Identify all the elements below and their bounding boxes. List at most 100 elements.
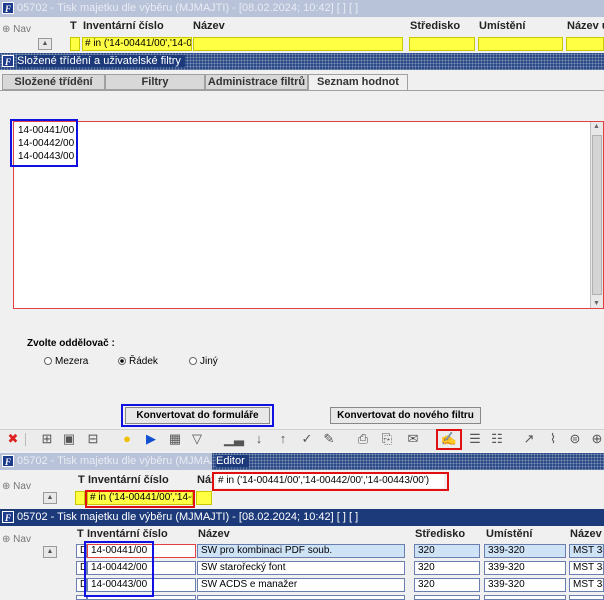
add-icon[interactable]: ⊞	[38, 430, 56, 448]
middle-filter-nazev-cell[interactable]	[196, 491, 212, 505]
filter-inv-cell[interactable]: # in ('14-00441/00','14-00	[82, 37, 192, 51]
print-preview-icon[interactable]: ⎘	[378, 430, 396, 448]
mail-icon[interactable]: ✉	[404, 430, 422, 448]
col-nazev-header[interactable]: Název	[193, 20, 225, 32]
col-stredisko-header[interactable]: Středisko	[410, 20, 460, 32]
check-icon[interactable]: ✓	[298, 430, 316, 448]
globe-icon[interactable]: ⊕	[588, 430, 604, 448]
tab-administrace-filtru[interactable]: Administrace filtrů	[205, 74, 308, 90]
tab-filtry[interactable]: Filtry	[105, 74, 205, 90]
split-icon[interactable]: ⊜	[566, 430, 584, 448]
bottom-col-nazev-header[interactable]: Název	[198, 528, 230, 540]
table-cell-umisteni[interactable]: 339-320	[484, 561, 566, 575]
table-cell-nazev[interactable]	[197, 595, 405, 600]
col-t-header[interactable]: T	[70, 20, 77, 32]
table-cell-nazev-u[interactable]: MST 33	[569, 544, 604, 558]
app-logo-icon: F	[2, 2, 14, 14]
table-cell-nazev-u[interactable]	[569, 595, 604, 600]
calendar-icon[interactable]: ▦	[166, 430, 184, 448]
col-nazev-u-header[interactable]: Název u	[567, 20, 604, 32]
radio-jiny-label: Jiný	[200, 356, 218, 367]
nav-label: Nav	[13, 481, 31, 492]
table-cell-umisteni[interactable]	[484, 595, 566, 600]
middle-col-inv-header[interactable]: Inventární číslo	[88, 474, 169, 486]
inv-column-highlight-box	[84, 541, 154, 597]
col-umisteni-header[interactable]: Umístění	[479, 20, 525, 32]
scrollbar-thumb[interactable]	[592, 135, 602, 295]
tab-seznam-hodnot[interactable]: Seznam hodnot	[308, 74, 408, 91]
app-logo-icon: F	[2, 511, 14, 523]
wrench-icon[interactable]: ✎	[320, 430, 338, 448]
separator-label: Zvolte oddělovač :	[27, 338, 115, 349]
table-cell-umisteni[interactable]: 339-320	[484, 578, 566, 592]
convert-to-filter-button[interactable]: Konvertovat do nového filtru	[330, 407, 481, 424]
bottom-col-t-header[interactable]: T	[77, 528, 84, 540]
save-icon[interactable]: ▣	[60, 430, 78, 448]
middle-nav[interactable]: ⊕ Nav	[2, 481, 31, 492]
table-cell-stredisko[interactable]: 320	[414, 561, 480, 575]
chart-icon[interactable]: ▁▃	[224, 430, 244, 448]
bottom-col-nazev-u-header[interactable]: Název u	[570, 528, 604, 540]
middle-filter-t-cell[interactable]	[75, 491, 85, 505]
editor-titlebar: Editor	[212, 453, 604, 470]
sort-desc-icon[interactable]: ↑	[274, 430, 292, 448]
edit-highlight-box	[436, 429, 462, 450]
nav-label: Nav	[13, 24, 31, 35]
table-cell-nazev[interactable]: SW ACDS e manažer	[197, 578, 405, 592]
bottom-nav[interactable]: ⊕ Nav	[2, 534, 31, 545]
table-cell-stredisko[interactable]	[414, 595, 480, 600]
radio-mezera[interactable]: Mezera	[44, 356, 88, 367]
filter-umisteni-cell[interactable]	[478, 37, 563, 51]
values-textarea[interactable]: 14-00441/00 14-00442/00 14-00443/00 ▲ ▼	[13, 121, 604, 309]
bottom-col-stredisko-header[interactable]: Středisko	[415, 528, 465, 540]
tab-slozene-trideni[interactable]: Složené třídění	[2, 74, 105, 90]
col-inv-header[interactable]: Inventární číslo	[83, 20, 164, 32]
scroll-up-arrow-icon[interactable]: ▲	[593, 123, 600, 130]
delete-icon[interactable]: ⊟	[84, 430, 102, 448]
dialog-titlebar: F Složené třídění a uživatelské filtry	[0, 53, 604, 70]
table-cell-nazev[interactable]: SW pro kombinaci PDF soub.	[197, 544, 405, 558]
bottom-col-inv-header[interactable]: Inventární číslo	[87, 528, 168, 540]
top-nav[interactable]: ⊕ Nav	[2, 24, 31, 35]
values-highlight-box	[10, 119, 78, 167]
filter-stredisko-cell[interactable]	[409, 37, 475, 51]
editor-title: Editor	[216, 455, 249, 467]
middle-window-titlebar: F 05702 - Tisk majetku dle výběru (MJMAJ…	[0, 453, 212, 470]
filter-nazev-cell[interactable]	[193, 37, 403, 51]
export-icon[interactable]: ↗	[520, 430, 538, 448]
middle-col-t-header[interactable]: T	[78, 474, 85, 486]
scroll-up-icon[interactable]: ▲	[38, 38, 52, 50]
table-cell-nazev[interactable]: SW starořecký font	[197, 561, 405, 575]
checklist-icon[interactable]: ☷	[488, 430, 506, 448]
scroll-up-icon[interactable]: ▲	[43, 546, 57, 558]
filter-t-cell[interactable]	[70, 37, 80, 51]
dialog-title: Složené třídění a uživatelské filtry	[17, 55, 185, 67]
list-icon[interactable]: ☰	[466, 430, 484, 448]
filter-icon[interactable]: ▽	[188, 430, 206, 448]
help-icon[interactable]: ●	[118, 430, 136, 448]
radio-dot-selected-icon	[118, 357, 126, 365]
middle-filter-highlight-box	[85, 490, 195, 508]
bottom-col-umisteni-header[interactable]: Umístění	[486, 528, 532, 540]
nav-label: Nav	[13, 534, 31, 545]
print-icon[interactable]: ⎙	[354, 430, 372, 448]
table-cell-nazev-u[interactable]: MST 33	[569, 561, 604, 575]
radio-radek[interactable]: Řádek	[118, 356, 158, 367]
bottom-window-titlebar: F 05702 - Tisk majetku dle výběru (MJMAJ…	[0, 509, 604, 526]
filter-nazev-u-cell[interactable]	[566, 37, 604, 51]
table-cell-stredisko[interactable]: 320	[414, 578, 480, 592]
radio-dot-icon	[44, 357, 52, 365]
radio-mezera-label: Mezera	[55, 356, 89, 367]
scroll-up-icon[interactable]: ▲	[43, 492, 57, 504]
toolbar-separator	[25, 433, 26, 446]
close-icon[interactable]: ✖	[4, 430, 22, 448]
values-scrollbar[interactable]: ▲ ▼	[590, 122, 603, 308]
play-icon[interactable]: ▶	[142, 430, 160, 448]
scroll-down-arrow-icon[interactable]: ▼	[593, 300, 600, 307]
table-cell-umisteni[interactable]: 339-320	[484, 544, 566, 558]
table-cell-stredisko[interactable]: 320	[414, 544, 480, 558]
sort-asc-icon[interactable]: ↓	[250, 430, 268, 448]
radio-jiny[interactable]: Jiný	[189, 356, 218, 367]
table-cell-nazev-u[interactable]: MST 33	[569, 578, 604, 592]
attachment-icon[interactable]: ⌇	[544, 430, 562, 448]
